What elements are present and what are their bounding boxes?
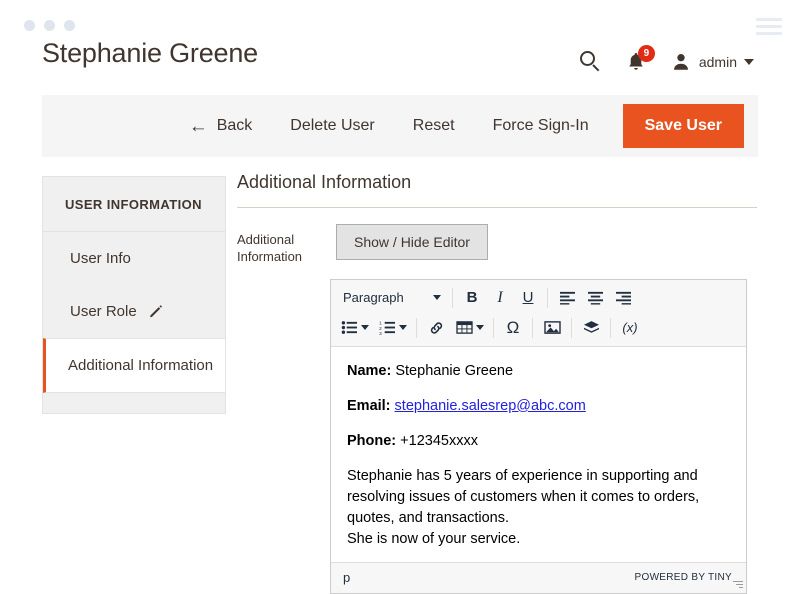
name-label: Name: bbox=[347, 362, 392, 379]
chevron-down-icon bbox=[744, 59, 754, 65]
italic-icon[interactable]: I bbox=[486, 285, 514, 311]
show-hide-editor-button[interactable]: Show / Hide Editor bbox=[336, 224, 488, 260]
bullet-list-button[interactable] bbox=[335, 315, 373, 341]
editor-paragraph-email: Email: stephanie.salesrep@abc.com bbox=[347, 396, 730, 417]
additional-information-label: Additional Information bbox=[237, 232, 303, 264]
email-link[interactable]: stephanie.salesrep@abc.com bbox=[395, 398, 586, 414]
editor-paragraph-name: Name: Stephanie Greene bbox=[347, 361, 730, 382]
editor-content-area[interactable]: Name: Stephanie Greene Email: stephanie.… bbox=[331, 347, 746, 562]
window-dot bbox=[24, 20, 35, 31]
header-actions: 9 admin bbox=[579, 45, 754, 74]
format-select-value: Paragraph bbox=[343, 290, 404, 306]
sidebar-item-user-info[interactable]: User Info bbox=[43, 232, 225, 285]
link-icon[interactable] bbox=[422, 315, 450, 341]
template-icon[interactable] bbox=[577, 315, 605, 341]
force-sign-in-label: Force Sign-In bbox=[492, 117, 589, 134]
phone-value: +12345xxxx bbox=[400, 432, 478, 449]
toolbar-separator bbox=[493, 317, 494, 338]
sidebar-footer bbox=[43, 393, 225, 413]
bullet-list-icon[interactable] bbox=[335, 315, 363, 341]
align-right-icon[interactable] bbox=[609, 285, 637, 311]
page-title: Stephanie Greene bbox=[42, 38, 258, 68]
user-menu[interactable]: admin bbox=[670, 51, 754, 73]
phone-label: Phone: bbox=[347, 432, 397, 449]
sidebar-item-label: User Role bbox=[70, 303, 137, 320]
force-sign-in-button[interactable]: Force Sign-In bbox=[493, 117, 589, 135]
main-content: Additional Information Additional Inform… bbox=[237, 172, 759, 594]
chevron-down-icon[interactable] bbox=[399, 325, 407, 331]
section-title: Additional Information bbox=[237, 172, 757, 208]
variable-icon[interactable]: (x) bbox=[616, 315, 644, 341]
sidebar-title: USER INFORMATION bbox=[43, 177, 225, 232]
table-icon[interactable] bbox=[450, 315, 478, 341]
arrow-left-icon: ← bbox=[188, 115, 208, 137]
window-traffic-lights bbox=[24, 20, 75, 31]
window-dot bbox=[64, 20, 75, 31]
editor-paragraph-bio: Stephanie has 5 years of experience in s… bbox=[347, 467, 700, 526]
image-icon[interactable] bbox=[538, 315, 566, 341]
email-label: Email: bbox=[347, 397, 391, 414]
name-value: Stephanie Greene bbox=[395, 362, 514, 379]
sidebar-item-additional-information[interactable]: Additional Information bbox=[43, 338, 225, 393]
browser-chrome bbox=[0, 0, 800, 35]
toolbar-separator bbox=[416, 317, 417, 338]
user-information-sidebar: USER INFORMATION User Info User Role Add… bbox=[42, 176, 226, 414]
toolbar-separator bbox=[610, 317, 611, 338]
additional-information-field-row: Additional Information Show / Hide Edito… bbox=[237, 224, 759, 266]
delete-user-label: Delete User bbox=[290, 117, 375, 134]
editor-status-bar: p POWERED BY TINY bbox=[331, 561, 746, 593]
underline-icon[interactable]: U bbox=[514, 285, 542, 311]
rich-text-editor: Paragraph B I U 1 2 3 Ω (x) Name: Stepha… bbox=[330, 278, 747, 594]
chevron-down-icon[interactable] bbox=[476, 325, 484, 331]
editor-paragraph-bio2: She is now of your service. bbox=[347, 530, 521, 547]
back-button[interactable]: ← Back bbox=[189, 117, 253, 136]
special-character-icon[interactable]: Ω bbox=[499, 315, 527, 341]
editor-toolbar-row-1: Paragraph B I U bbox=[335, 283, 742, 313]
chevron-down-icon[interactable] bbox=[361, 325, 369, 331]
editor-paragraph-phone: Phone: +12345xxxx bbox=[347, 431, 730, 452]
numbered-list-button[interactable]: 1 2 3 bbox=[373, 315, 411, 341]
search-icon[interactable] bbox=[579, 51, 602, 73]
user-menu-label: admin bbox=[698, 54, 737, 70]
editor-toolbar-row-2: 1 2 3 Ω (x) bbox=[335, 313, 742, 343]
format-select[interactable]: Paragraph bbox=[335, 285, 447, 311]
back-button-label: Back bbox=[216, 117, 253, 134]
save-user-button[interactable]: Save User bbox=[622, 104, 744, 148]
notification-badge: 9 bbox=[637, 45, 655, 62]
align-center-icon[interactable] bbox=[581, 285, 609, 311]
table-button[interactable] bbox=[450, 315, 488, 341]
delete-user-button[interactable]: Delete User bbox=[290, 117, 374, 135]
chevron-down-icon bbox=[433, 295, 441, 301]
align-left-icon[interactable] bbox=[553, 285, 581, 311]
sidebar-item-label: Additional Information bbox=[68, 357, 214, 374]
user-avatar-icon bbox=[673, 54, 688, 70]
reset-label: Reset bbox=[412, 117, 455, 134]
action-toolbar: ← Back Delete User Reset Force Sign-In S… bbox=[42, 95, 758, 157]
editor-toolbar: Paragraph B I U 1 2 3 Ω (x) bbox=[331, 279, 746, 347]
resize-grip-icon[interactable] bbox=[733, 580, 743, 591]
numbered-list-icon[interactable]: 1 2 3 bbox=[373, 315, 401, 341]
notifications-bell[interactable]: 9 bbox=[624, 45, 655, 74]
pencil-icon bbox=[149, 305, 162, 318]
svg-text:3: 3 bbox=[379, 331, 382, 335]
toolbar-separator bbox=[532, 317, 533, 338]
toolbar-separator bbox=[571, 317, 572, 338]
page-header: Stephanie Greene 9 admin bbox=[0, 34, 800, 92]
toolbar-separator bbox=[452, 287, 453, 308]
bold-icon[interactable]: B bbox=[458, 285, 486, 311]
sidebar-item-label: User Info bbox=[70, 250, 131, 267]
reset-button[interactable]: Reset bbox=[413, 117, 455, 135]
window-dot bbox=[44, 20, 55, 31]
sidebar-item-user-role[interactable]: User Role bbox=[43, 285, 225, 338]
toolbar-separator bbox=[547, 287, 548, 308]
